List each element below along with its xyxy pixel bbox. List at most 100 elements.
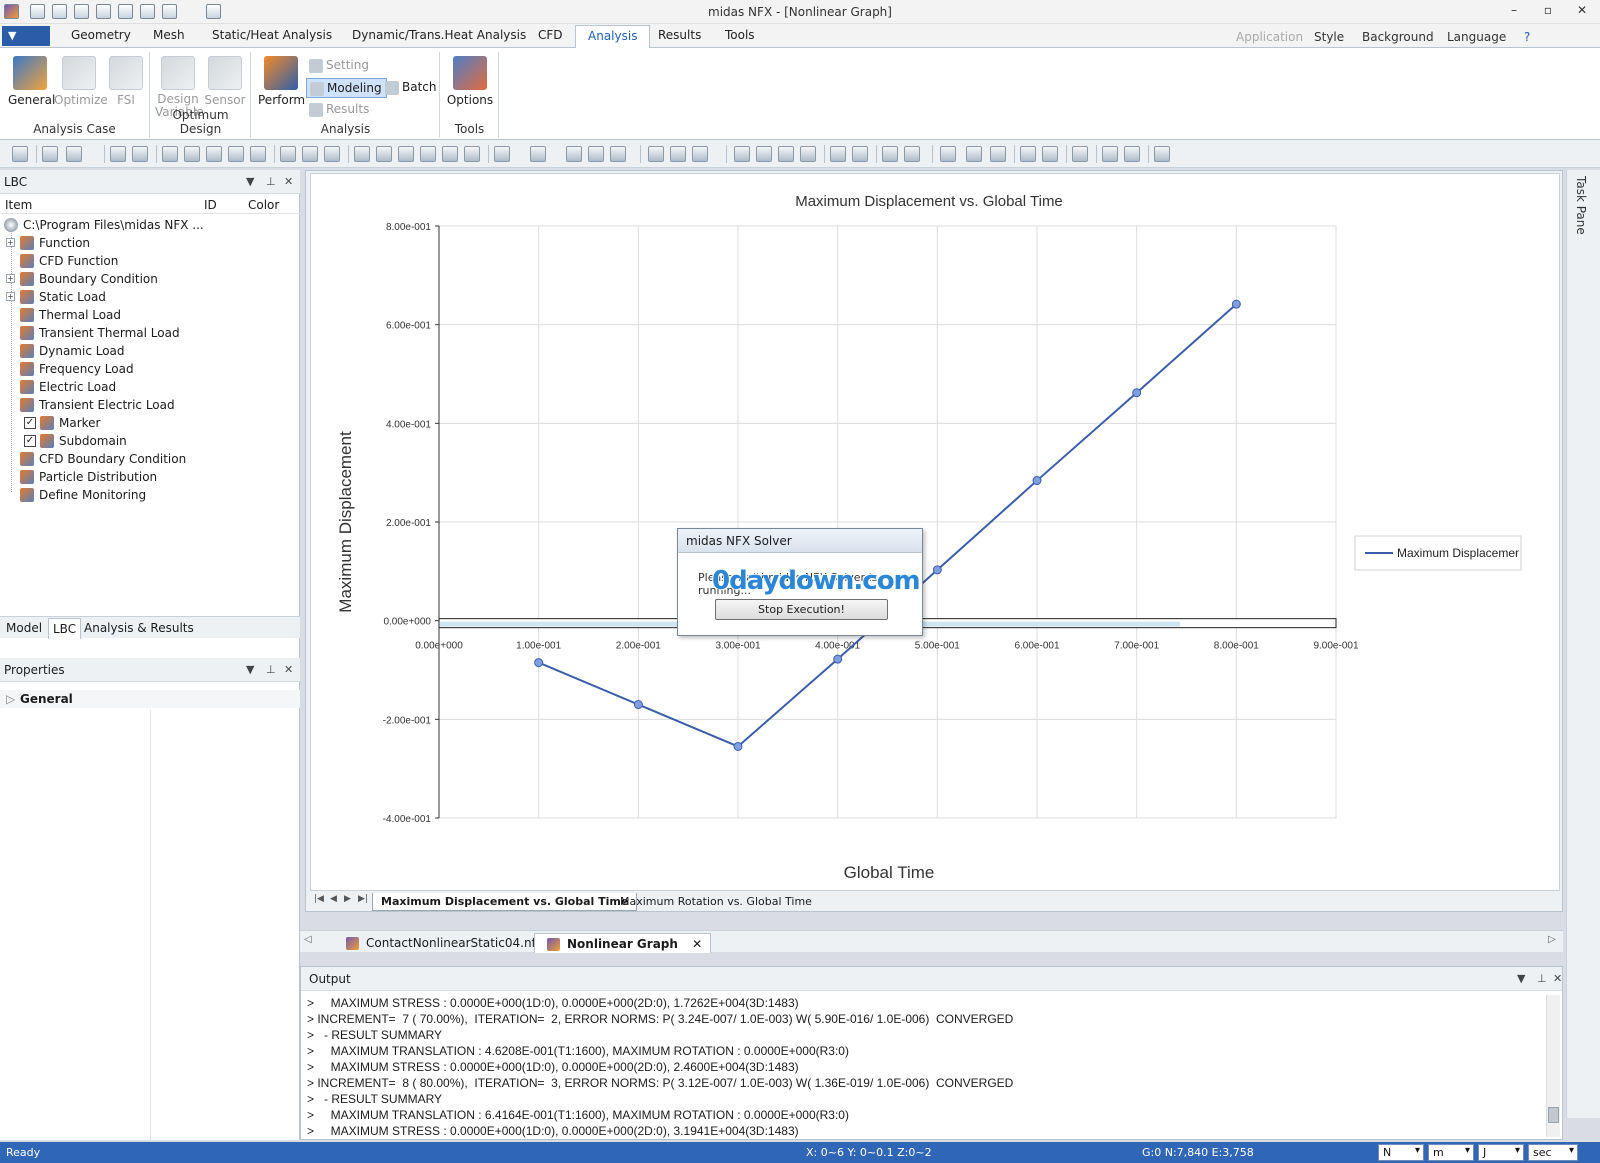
panel-dropdown-icon[interactable]: ▼ <box>246 663 254 676</box>
select-element-icon[interactable] <box>692 146 708 162</box>
layer-icon[interactable] <box>904 146 920 162</box>
tab-results[interactable]: Results <box>658 28 701 42</box>
rotate-view-icon[interactable] <box>228 146 244 162</box>
zoom-area-icon[interactable] <box>184 146 200 162</box>
snap-icon[interactable] <box>830 146 846 162</box>
minimize-button[interactable]: – <box>1502 3 1526 21</box>
tab-model[interactable]: Model <box>2 620 46 636</box>
task-pane-label[interactable]: Task Pane <box>1574 176 1588 235</box>
view-back-icon[interactable] <box>376 146 392 162</box>
select-icon[interactable] <box>648 146 664 162</box>
options-button[interactable]: Options <box>445 56 495 107</box>
sheet-tab-rotation[interactable]: Maximum Rotation vs. Global Time <box>612 893 820 911</box>
application-menu-button[interactable]: ▼ <box>2 26 50 46</box>
panel-pin-icon[interactable]: ⊥ <box>1537 972 1547 985</box>
hash-icon[interactable] <box>882 146 898 162</box>
split-view-icon[interactable] <box>302 146 318 162</box>
results-button[interactable]: Results <box>306 100 373 120</box>
tab-lbc[interactable]: LBC <box>48 618 82 639</box>
help-icon[interactable]: ? <box>1524 30 1530 44</box>
tab-geometry[interactable]: Geometry <box>71 28 131 42</box>
column-item[interactable]: Item <box>5 198 32 212</box>
plane-icon[interactable] <box>756 146 772 162</box>
expand-toggle[interactable]: + <box>6 238 15 247</box>
panel-dropdown-icon[interactable]: ▼ <box>1517 972 1525 985</box>
query-element-icon[interactable] <box>990 146 1006 162</box>
select-node-icon[interactable] <box>670 146 686 162</box>
view-right-icon[interactable] <box>420 146 436 162</box>
doc-tab-nonlinear-graph[interactable]: Nonlinear Graph ✕ <box>534 933 712 953</box>
zoom-icon[interactable] <box>110 146 126 162</box>
checkbox[interactable]: ✓ <box>24 417 36 429</box>
first-sheet-icon[interactable]: |◀ <box>314 894 324 904</box>
prev-sheet-icon[interactable]: ◀ <box>330 894 337 904</box>
output-scrollbar[interactable] <box>1546 995 1560 1137</box>
panel-pin-icon[interactable]: ⊥ <box>266 175 276 188</box>
mesh-grid-icon[interactable] <box>734 146 750 162</box>
setting-button[interactable]: Setting <box>306 56 373 76</box>
panel-dropdown-icon[interactable]: ▼ <box>246 175 254 188</box>
sheet-tab-displacement[interactable]: Maximum Displacement vs. Global Time <box>372 893 638 911</box>
application-menu[interactable]: Application <box>1236 30 1303 44</box>
coordinate-icon[interactable] <box>800 146 816 162</box>
expand-icon[interactable]: ▷ <box>6 692 15 706</box>
expand-toggle[interactable]: + <box>6 292 15 301</box>
snap-grid-icon[interactable] <box>852 146 868 162</box>
pan-icon[interactable] <box>250 146 266 162</box>
property-group-general[interactable]: ▷ General <box>0 690 300 708</box>
render-mode-icon[interactable] <box>530 146 546 162</box>
zoom-fit-icon[interactable] <box>162 146 178 162</box>
column-id[interactable]: ID <box>204 198 217 212</box>
stop-execution-button[interactable]: Stop Execution! <box>715 599 888 620</box>
tab-tools[interactable]: Tools <box>725 28 755 42</box>
lock-icon[interactable] <box>42 146 58 162</box>
query-icon[interactable] <box>1072 146 1088 162</box>
expand-toggle[interactable]: + <box>6 274 15 283</box>
maximize-button[interactable]: ▫ <box>1536 3 1560 21</box>
iso-view-icon[interactable] <box>494 146 510 162</box>
column-color[interactable]: Color <box>248 198 279 212</box>
node-icon[interactable] <box>1020 146 1036 162</box>
work-plane-icon[interactable] <box>778 146 794 162</box>
tab-analysis[interactable]: Analysis <box>575 25 651 49</box>
perform-button[interactable]: Perform <box>258 56 305 107</box>
axis-icon[interactable] <box>324 146 340 162</box>
modeling-button[interactable]: Modeling <box>306 78 387 98</box>
unlock-icon[interactable] <box>66 146 82 162</box>
general-button[interactable]: General <box>8 56 55 107</box>
panel-close-icon[interactable]: ✕ <box>1553 972 1562 985</box>
element-icon[interactable] <box>1042 146 1058 162</box>
view-front-icon[interactable] <box>354 146 370 162</box>
time-unit-select[interactable]: sec <box>1528 1144 1578 1161</box>
language-menu[interactable]: Language <box>1447 30 1506 44</box>
length-unit-select[interactable]: m <box>1428 1144 1474 1161</box>
view-left-icon[interactable] <box>398 146 414 162</box>
query-node-icon[interactable] <box>966 146 982 162</box>
panel-pin-icon[interactable]: ⊥ <box>266 663 276 676</box>
force-unit-select[interactable]: N <box>1378 1144 1424 1161</box>
view-top-icon[interactable] <box>442 146 458 162</box>
tab-static-heat-analysis[interactable]: Static/Heat Analysis <box>212 28 332 42</box>
sensor-button[interactable]: Sensor <box>203 56 247 107</box>
energy-unit-select[interactable]: J <box>1478 1144 1524 1161</box>
last-sheet-icon[interactable]: ▶| <box>358 894 368 904</box>
tree-icon[interactable] <box>1102 146 1118 162</box>
scroll-thumb[interactable] <box>1548 1107 1559 1123</box>
tab-analysis-results[interactable]: Analysis & Results <box>80 620 198 636</box>
run-icon[interactable] <box>12 146 28 162</box>
checkbox[interactable]: ✓ <box>24 435 36 447</box>
batch-button[interactable]: Batch <box>382 78 441 98</box>
optimize-button[interactable]: Optimize <box>54 56 108 107</box>
fsi-button[interactable]: FSI <box>108 56 144 107</box>
view-bottom-icon[interactable] <box>464 146 480 162</box>
tab-dynamic-trans-heat-analysis[interactable]: Dynamic/Trans.Heat Analysis <box>352 28 526 42</box>
measure-icon[interactable] <box>940 146 956 162</box>
tab-cfd[interactable]: CFD <box>538 28 563 42</box>
doc-tab-contact-file[interactable]: ContactNonlinearStatic04.nfx <box>334 933 551 953</box>
pen-icon[interactable] <box>1154 146 1170 162</box>
close-tab-icon[interactable]: ✕ <box>692 937 702 951</box>
panel-close-icon[interactable]: ✕ <box>284 175 293 188</box>
tab-mesh[interactable]: Mesh <box>153 28 185 42</box>
shaded-icon[interactable] <box>566 146 582 162</box>
style-menu[interactable]: Style <box>1314 30 1344 44</box>
